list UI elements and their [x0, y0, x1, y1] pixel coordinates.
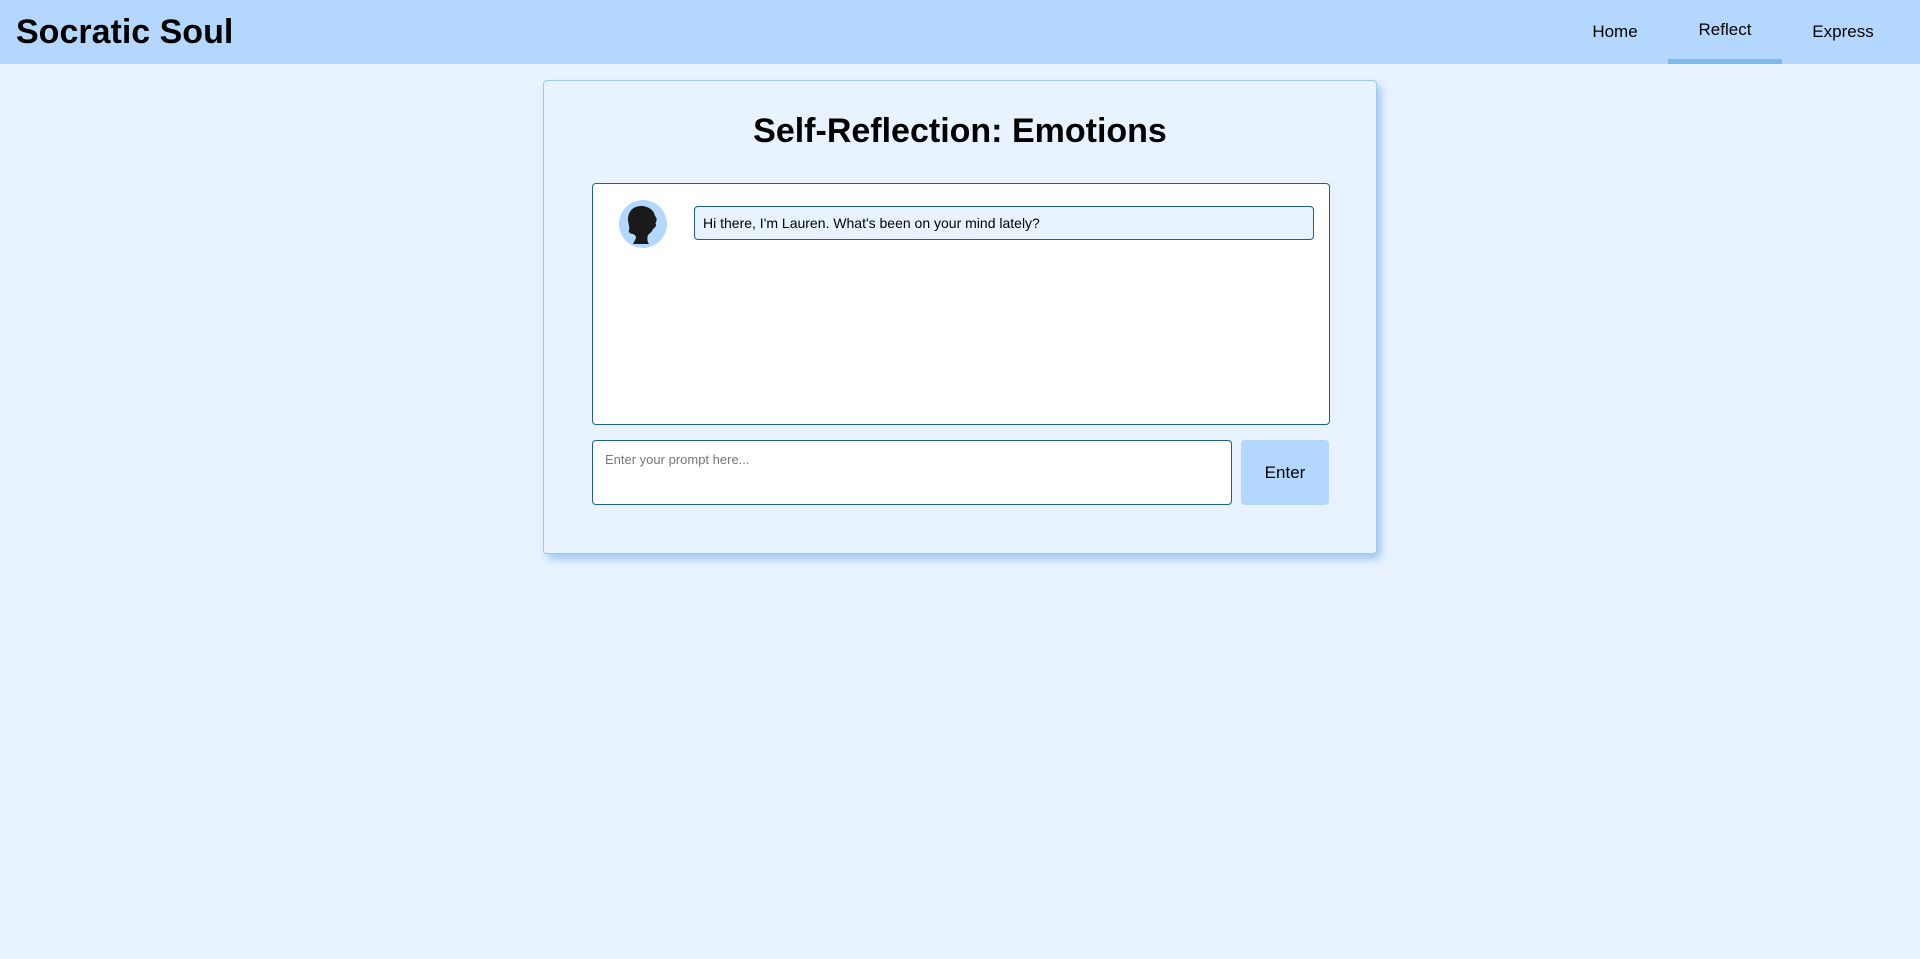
page-title: Self-Reflection: Emotions [753, 112, 1167, 150]
woman-silhouette-icon [628, 206, 657, 244]
chat-history[interactable]: Hi there, I'm Lauren. What's been on you… [592, 183, 1330, 425]
nav-item-reflect[interactable]: Reflect [1668, 0, 1782, 64]
avatar [619, 200, 667, 248]
enter-button[interactable]: Enter [1241, 440, 1329, 505]
top-navbar: Socratic Soul Home Reflect Express [0, 0, 1920, 64]
nav-item-label: Reflect [1698, 20, 1752, 39]
nav-item-home[interactable]: Home [1580, 0, 1650, 64]
nav-item-label: Express [1812, 22, 1874, 41]
brand-title: Socratic Soul [16, 13, 234, 51]
nav-item-express[interactable]: Express [1800, 0, 1886, 64]
prompt-input[interactable] [592, 440, 1232, 505]
assistant-message: Hi there, I'm Lauren. What's been on you… [694, 206, 1314, 240]
reflection-card: Self-Reflection: Emotions Hi there, I'm … [543, 80, 1377, 554]
nav-item-label: Home [1592, 22, 1638, 41]
